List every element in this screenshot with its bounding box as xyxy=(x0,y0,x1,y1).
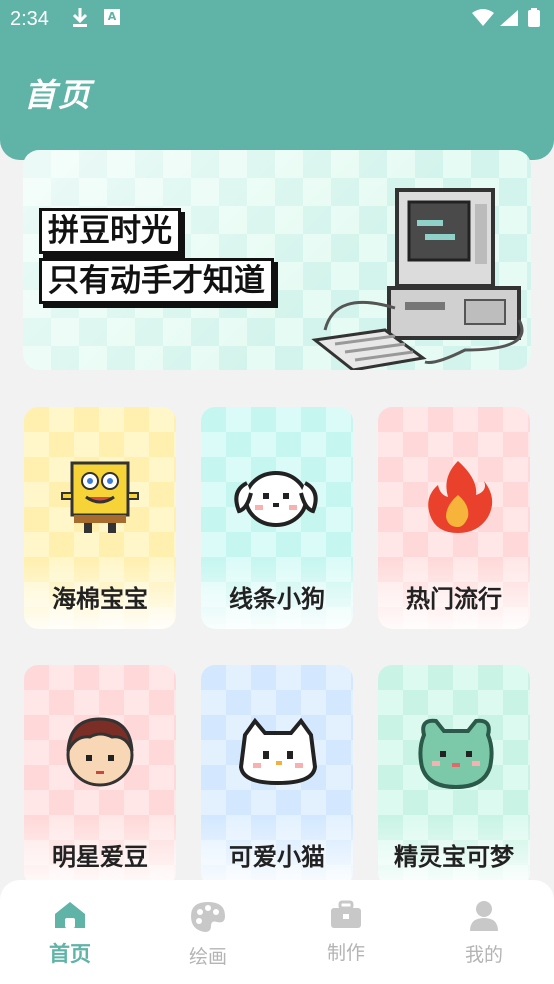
pokemon-icon xyxy=(418,718,494,790)
app-notification-icon: A xyxy=(104,9,120,25)
category-label: 明星爱豆 xyxy=(52,843,148,871)
signal-battery-icons xyxy=(472,8,540,27)
category-label: 精灵宝可梦 xyxy=(394,843,514,871)
download-icon xyxy=(72,8,88,27)
nav-profile[interactable]: 我的 xyxy=(434,900,534,967)
category-card-line-dog[interactable]: 线条小狗 xyxy=(201,407,353,629)
nav-make[interactable]: 制作 xyxy=(296,900,396,965)
line-dog-icon xyxy=(234,471,318,527)
category-card-spongebob[interactable]: 海棉宝宝 xyxy=(24,407,176,629)
cute-cat-icon xyxy=(238,717,318,786)
promo-banner[interactable]: 拼豆时光 只有动手才知道 xyxy=(23,150,531,370)
nav-label: 首页 xyxy=(49,942,91,966)
nav-label: 我的 xyxy=(464,944,503,966)
banner-subheadline: 只有动手才知道 xyxy=(39,258,274,304)
profile-icon xyxy=(470,901,498,931)
category-label: 线条小狗 xyxy=(229,585,325,613)
status-bar: 2:34 A xyxy=(0,0,554,40)
home-icon xyxy=(55,902,85,928)
fire-icon xyxy=(428,461,493,533)
palette-icon xyxy=(191,902,225,932)
briefcase-icon xyxy=(331,900,361,928)
status-time: 2:34 xyxy=(10,8,49,30)
bottom-navigation: 首页 绘画 制作 我的 xyxy=(0,880,554,984)
nav-label: 绘画 xyxy=(188,946,227,968)
category-card-trending[interactable]: 热门流行 xyxy=(378,407,530,629)
category-label: 热门流行 xyxy=(406,585,502,613)
sponge-character-icon xyxy=(61,461,139,533)
page-title: 首页 xyxy=(24,76,93,114)
idol-face-icon xyxy=(66,717,134,787)
category-card-pokemon[interactable]: 精灵宝可梦 xyxy=(378,665,530,887)
category-card-cute-cat[interactable]: 可爱小猫 xyxy=(201,665,353,887)
pixel-computer-illustration xyxy=(311,188,524,370)
category-card-idol[interactable]: 明星爱豆 xyxy=(24,665,176,887)
banner-headline: 拼豆时光 xyxy=(39,208,181,254)
nav-home[interactable]: 首页 xyxy=(20,900,120,968)
nav-draw[interactable]: 绘画 xyxy=(158,900,258,969)
category-label: 可爱小猫 xyxy=(229,843,325,871)
category-label: 海棉宝宝 xyxy=(52,585,148,613)
nav-label: 制作 xyxy=(326,942,365,964)
